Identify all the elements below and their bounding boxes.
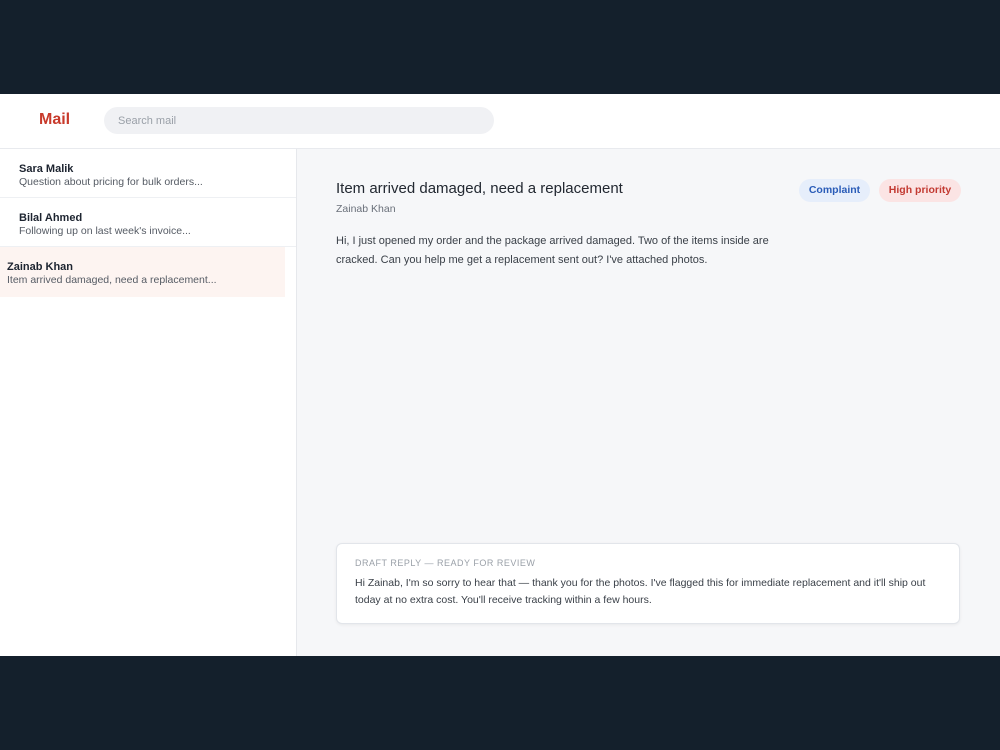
tag-high-priority[interactable]: High priority <box>879 179 961 202</box>
list-item-sender: Zainab Khan <box>7 261 74 273</box>
list-item-selected[interactable]: Zainab Khan Item arrived damaged, need a… <box>0 247 285 297</box>
message-subject: Item arrived damaged, need a replacement <box>336 180 623 197</box>
draft-text[interactable]: Hi Zainab, I'm so sorry to hear that — t… <box>355 575 941 609</box>
list-item-sender: Bilal Ahmed <box>19 212 83 224</box>
tag-complaint[interactable]: Complaint <box>799 179 870 202</box>
message-reader: Item arrived damaged, need a replacement… <box>297 149 1000 656</box>
draft-reply-card[interactable]: DRAFT REPLY — READY FOR REVIEW Hi Zainab… <box>336 543 960 624</box>
list-item-sender: Sara Malik <box>19 163 74 175</box>
list-item-snippet: Question about pricing for bulk orders..… <box>19 176 203 188</box>
draft-label: DRAFT REPLY — READY FOR REVIEW <box>355 558 536 568</box>
message-list: Sara Malik Question about pricing for bu… <box>0 149 297 656</box>
app-header: Mail <box>0 94 1000 149</box>
list-item-snippet: Item arrived damaged, need a replacement… <box>7 274 217 286</box>
mail-logo[interactable]: Mail <box>39 111 70 129</box>
mail-app: Mail Sara Malik Question about pricing f… <box>0 94 1000 656</box>
list-item[interactable]: Sara Malik Question about pricing for bu… <box>0 149 296 198</box>
message-body: Hi, I just opened my order and the packa… <box>336 235 769 266</box>
message-sender: Zainab Khan <box>336 203 396 215</box>
list-item[interactable]: Bilal Ahmed Following up on last week's … <box>0 198 296 247</box>
search-input[interactable] <box>104 107 494 134</box>
list-item-snippet: Following up on last week's invoice... <box>19 225 191 237</box>
